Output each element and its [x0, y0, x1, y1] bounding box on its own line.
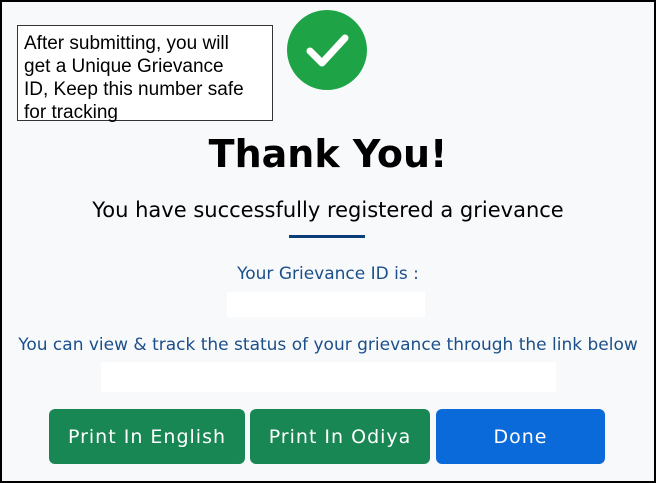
done-button[interactable]: Done — [436, 409, 605, 464]
confirmation-panel: After submitting, you will get a Unique … — [0, 0, 656, 483]
success-message: You have successfully registered a griev… — [92, 198, 564, 222]
tracking-link[interactable] — [101, 362, 556, 392]
tracking-tip-note: After submitting, you will get a Unique … — [17, 25, 273, 123]
print-english-button[interactable]: Print In English — [49, 409, 245, 464]
grievance-id-value — [227, 292, 425, 317]
page-title: Thank You! — [208, 132, 448, 176]
grievance-id-label: Your Grievance ID is : — [237, 264, 419, 284]
print-odiya-button[interactable]: Print In Odiya — [250, 409, 430, 464]
check-circle-icon — [287, 10, 367, 90]
tracking-info-text: You can view & track the status of your … — [18, 335, 638, 355]
divider — [289, 235, 365, 238]
